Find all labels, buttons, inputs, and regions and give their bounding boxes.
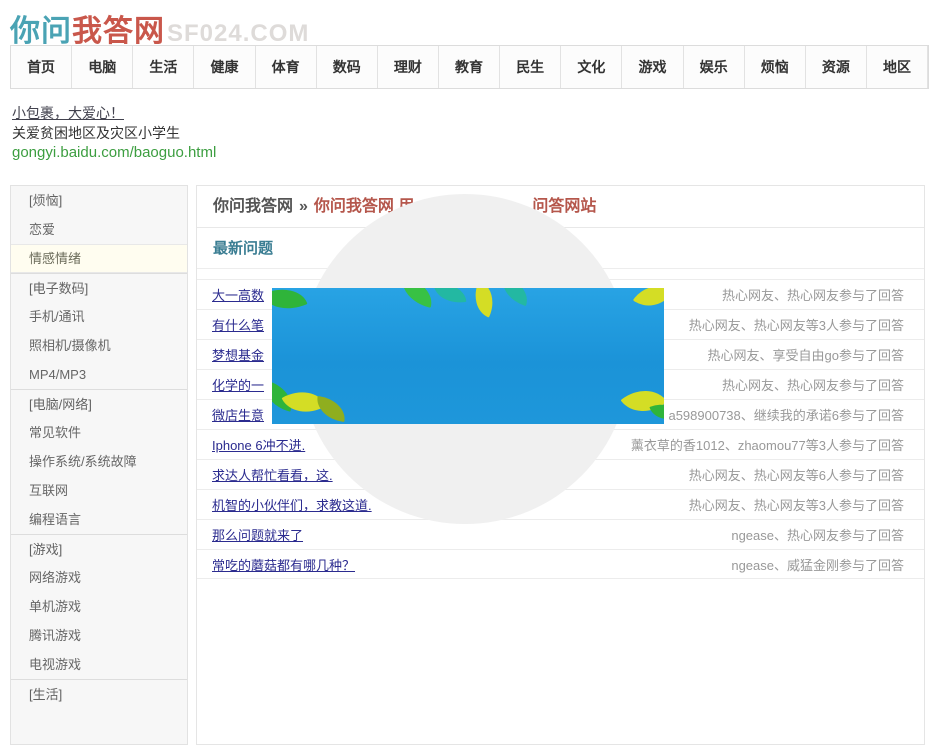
question-row: 机智的小伙伴们，求教这道. 热心网友、热心网友等3人参与了回答	[197, 489, 924, 519]
ad-text: 关爱贫困地区及灾区小学生	[12, 123, 216, 143]
nav-item[interactable]: 地区	[867, 46, 928, 88]
ad-block: 小包裹，大爱心！ 关爱贫困地区及灾区小学生 gongyi.baidu.com/b…	[12, 103, 216, 163]
ad-link[interactable]: 小包裹，大爱心！	[12, 103, 216, 123]
breadcrumb-title-left: 你问我答网 用	[314, 198, 414, 215]
category-sidebar: [烦恼] 恋爱 情感情绪 [电子数码] 手机/通讯 照相机/摄像机 MP4/MP…	[10, 185, 188, 745]
question-answerers: a598900738、继续我的承诺6参与了回答	[668, 405, 904, 424]
question-link[interactable]: Iphone 6冲不进.	[212, 435, 305, 454]
question-link[interactable]: 求达人帮忙看看，这.	[212, 465, 333, 484]
question-answerers: 热心网友、热心网友等3人参与了回答	[689, 315, 904, 334]
nav-item[interactable]: 体育	[256, 46, 317, 88]
sidebar-item[interactable]: 腾讯游戏	[11, 621, 187, 650]
question-link[interactable]: 化学的一	[212, 375, 264, 394]
nav-item[interactable]: 电脑	[72, 46, 133, 88]
sidebar-item[interactable]: [游戏]	[11, 534, 187, 563]
leaf-icon	[467, 288, 501, 318]
top-nav: 首页 电脑 生活 健康 体育 数码 理财 教育 民生 文化 游戏 娱乐 烦恼 资…	[10, 45, 929, 89]
leaf-icon	[497, 288, 532, 306]
sidebar-item[interactable]: [生活]	[11, 679, 187, 708]
question-link[interactable]: 梦想基金	[212, 345, 264, 364]
sidebar-item[interactable]: 网络游戏	[11, 563, 187, 592]
logo-watermark: SF024.COM	[167, 20, 309, 47]
nav-item[interactable]: 首页	[11, 46, 72, 88]
sidebar-item[interactable]: 操作系统/系统故障	[11, 447, 187, 476]
main-panel: 你问我答网 » 你问我答网 用 问答网站 最新问题 大一高数 热心网友、热心网友参与了…	[196, 185, 925, 745]
promo-banner-overlay	[272, 288, 664, 424]
question-link[interactable]: 那么问题就来了	[212, 525, 303, 544]
question-answerers: ngease、威猛金刚参与了回答	[731, 555, 904, 574]
leaf-icon	[398, 288, 437, 308]
question-link[interactable]: 常吃的蘑菇都有哪几种？	[212, 555, 355, 574]
question-answerers: ngease、热心网友参与了回答	[731, 525, 904, 544]
sidebar-item[interactable]: [电子数码]	[11, 273, 187, 302]
question-answerers: 薰衣草的香1012、zhaomou77等3人参与了回答	[631, 435, 904, 454]
sidebar-item[interactable]: 恋爱	[11, 215, 187, 244]
logo-part-red: 我答网	[72, 15, 165, 48]
question-answerers: 热心网友、热心网友等3人参与了回答	[689, 495, 904, 514]
breadcrumb-title-right: 问答网站	[532, 198, 596, 215]
sidebar-item[interactable]: 手机/通讯	[11, 302, 187, 331]
sidebar-item[interactable]: [电脑/网络]	[11, 389, 187, 418]
breadcrumb: 你问我答网 » 你问我答网 用 问答网站	[197, 186, 924, 228]
leaf-icon	[434, 288, 467, 306]
breadcrumb-site-link[interactable]: 你问我答网	[213, 198, 293, 215]
question-link[interactable]: 有什么笔	[212, 315, 264, 334]
ad-url-link[interactable]: gongyi.baidu.com/baoguo.html	[12, 143, 216, 163]
logo-part-teal: 你问	[10, 15, 72, 48]
sidebar-item[interactable]: 照相机/摄像机	[11, 331, 187, 360]
question-row: 求达人帮忙看看，这. 热心网友、热心网友等6人参与了回答	[197, 459, 924, 489]
leaf-icon	[633, 288, 664, 316]
sidebar-item[interactable]: 电视游戏	[11, 650, 187, 679]
nav-item[interactable]: 民生	[500, 46, 561, 88]
question-link[interactable]: 大一高数	[212, 285, 264, 304]
nav-item[interactable]: 生活	[133, 46, 194, 88]
question-row: 常吃的蘑菇都有哪几种？ ngease、威猛金刚参与了回答	[197, 549, 924, 579]
question-answerers: 热心网友、热心网友等6人参与了回答	[689, 465, 904, 484]
nav-item[interactable]: 健康	[194, 46, 255, 88]
question-link[interactable]: 微店生意	[212, 405, 264, 424]
leaf-icon	[315, 396, 348, 422]
sidebar-item[interactable]: 互联网	[11, 476, 187, 505]
question-row: 那么问题就来了 ngease、热心网友参与了回答	[197, 519, 924, 549]
question-answerers: 热心网友、热心网友参与了回答	[722, 375, 904, 394]
nav-item[interactable]: 教育	[439, 46, 500, 88]
question-link[interactable]: 机智的小伙伴们，求教这道.	[212, 495, 372, 514]
site-logo[interactable]: 你问我答网SF024.COM	[10, 6, 309, 50]
question-answerers: 热心网友、享受自由go参与了回答	[708, 345, 904, 364]
nav-item[interactable]: 游戏	[622, 46, 683, 88]
sidebar-item[interactable]: 单机游戏	[11, 592, 187, 621]
question-row: Iphone 6冲不进. 薰衣草的香1012、zhaomou77等3人参与了回答	[197, 429, 924, 459]
nav-item[interactable]: 娱乐	[684, 46, 745, 88]
sidebar-item[interactable]: [烦恼]	[11, 186, 187, 215]
nav-item[interactable]: 资源	[806, 46, 867, 88]
breadcrumb-separator: »	[299, 198, 308, 215]
nav-item[interactable]: 文化	[561, 46, 622, 88]
sidebar-item[interactable]: 常见软件	[11, 418, 187, 447]
question-answerers: 热心网友、热心网友参与了回答	[722, 285, 904, 304]
leaf-icon	[272, 288, 307, 318]
nav-item[interactable]: 理财	[378, 46, 439, 88]
nav-item[interactable]: 烦恼	[745, 46, 806, 88]
sidebar-item[interactable]: MP4/MP3	[11, 360, 187, 389]
section-title-latest-questions: 最新问题	[197, 228, 924, 269]
sidebar-item[interactable]: 情感情绪	[11, 244, 187, 273]
sidebar-item[interactable]: 编程语言	[11, 505, 187, 534]
nav-item[interactable]: 数码	[317, 46, 378, 88]
